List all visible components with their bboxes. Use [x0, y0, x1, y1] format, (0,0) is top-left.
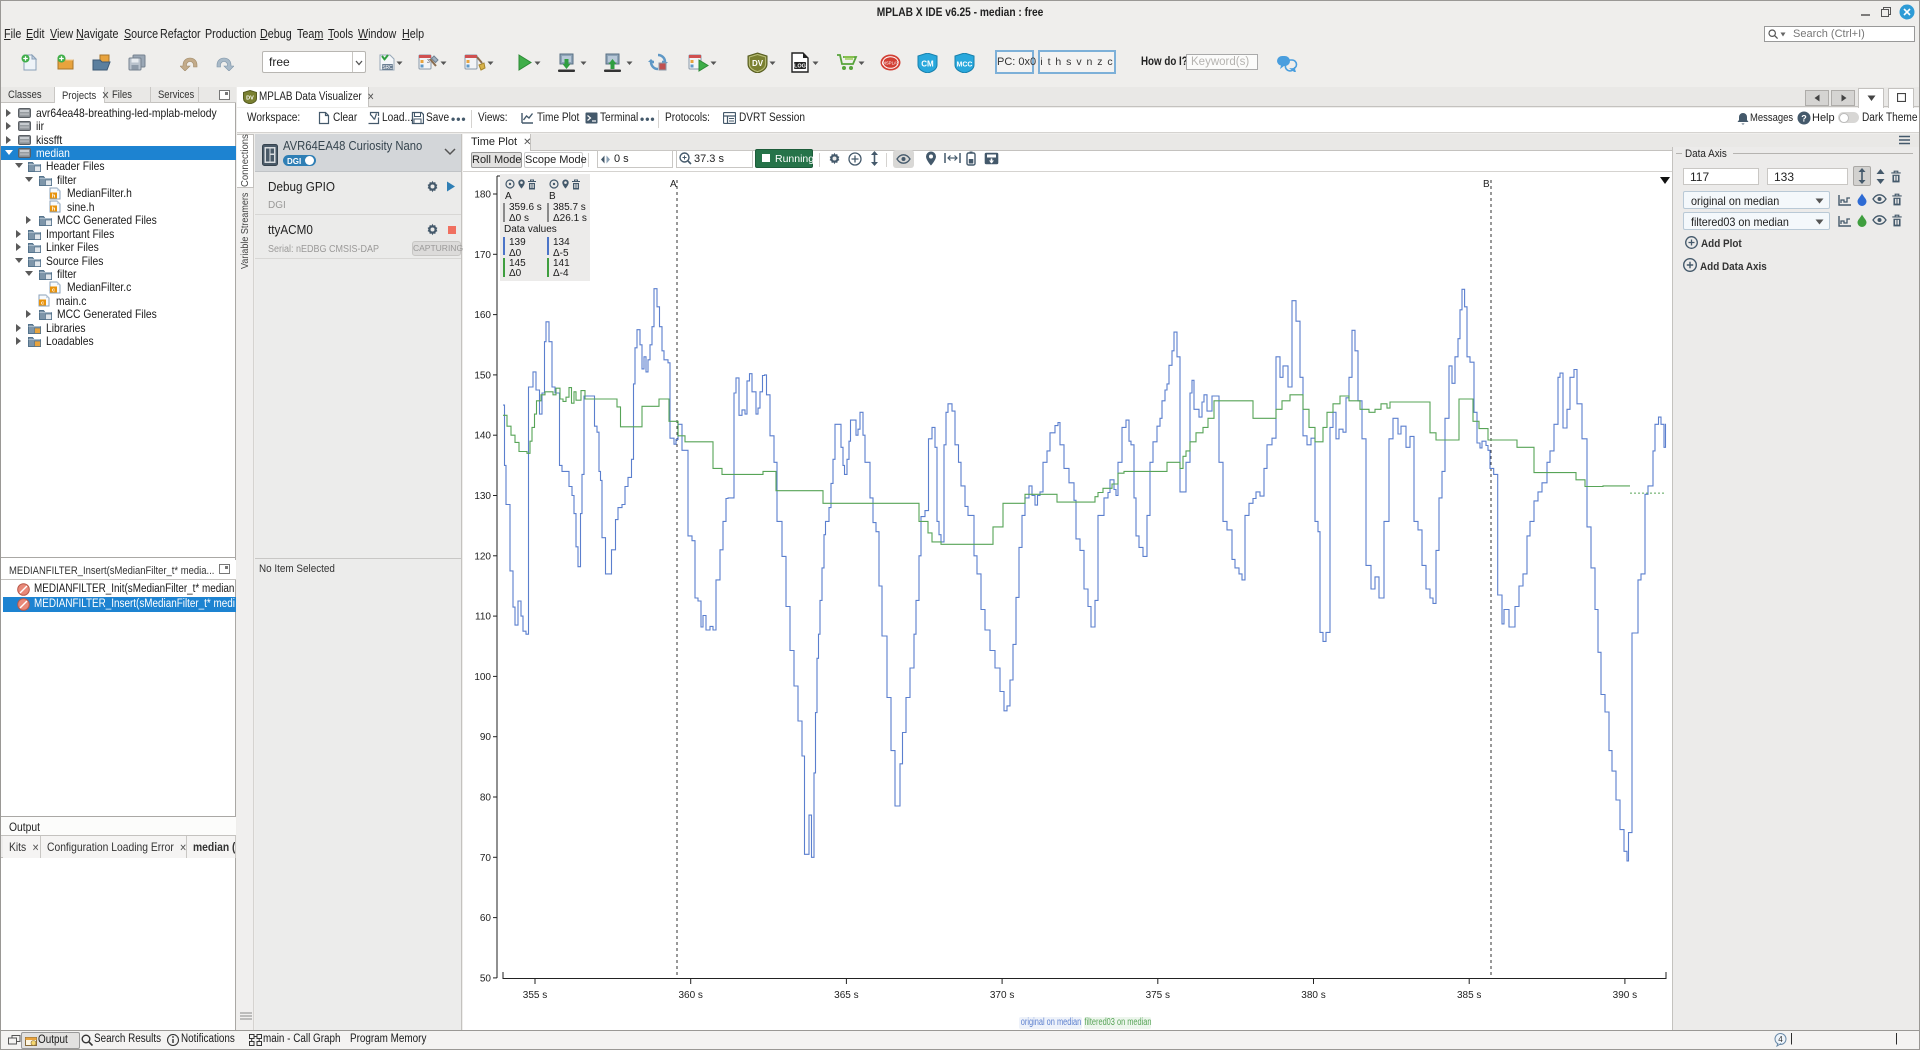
svg-text:c: c [41, 301, 44, 307]
svg-text:120: 120 [474, 551, 491, 562]
svg-text:4: 4 [1778, 1035, 1783, 1044]
svg-text:?: ? [1801, 114, 1807, 124]
svg-text:DV: DV [246, 96, 254, 102]
svg-text:50: 50 [480, 973, 492, 984]
svg-text:140: 140 [474, 431, 491, 442]
svg-text:180: 180 [474, 190, 491, 201]
svg-text:LOG: LOG [794, 64, 806, 70]
svg-text:370 s: 370 s [990, 990, 1014, 1001]
svg-text:150: 150 [474, 370, 491, 381]
svg-text:100: 100 [474, 672, 491, 683]
svg-text:160: 160 [474, 310, 491, 321]
svg-text:CM: CM [921, 60, 934, 69]
svg-text:60: 60 [480, 913, 492, 924]
svg-text:385 s: 385 s [1457, 990, 1481, 1001]
svg-text:375 s: 375 s [1146, 990, 1170, 1001]
svg-text:A: A [670, 179, 677, 190]
svg-text:355 s: 355 s [523, 990, 547, 1001]
svg-text:DISPLAY: DISPLAY [882, 61, 900, 66]
svg-text:90: 90 [480, 732, 492, 743]
svg-text:390 s: 390 s [1613, 990, 1637, 1001]
svg-text:110: 110 [475, 612, 491, 623]
svg-text:170: 170 [474, 250, 491, 261]
svg-text:DV: DV [752, 59, 764, 68]
svg-text:B: B [1483, 179, 1490, 190]
svg-text:365 s: 365 s [834, 990, 858, 1001]
svg-text:80: 80 [480, 793, 492, 804]
svg-text:130: 130 [474, 491, 491, 502]
svg-text:360 s: 360 s [678, 990, 702, 1001]
svg-text:c: c [52, 287, 55, 293]
svg-text:MCC: MCC [957, 62, 973, 69]
svg-text:70: 70 [480, 853, 492, 864]
svg-text:SRC: SRC [382, 65, 393, 71]
svg-text:380 s: 380 s [1301, 990, 1325, 1001]
